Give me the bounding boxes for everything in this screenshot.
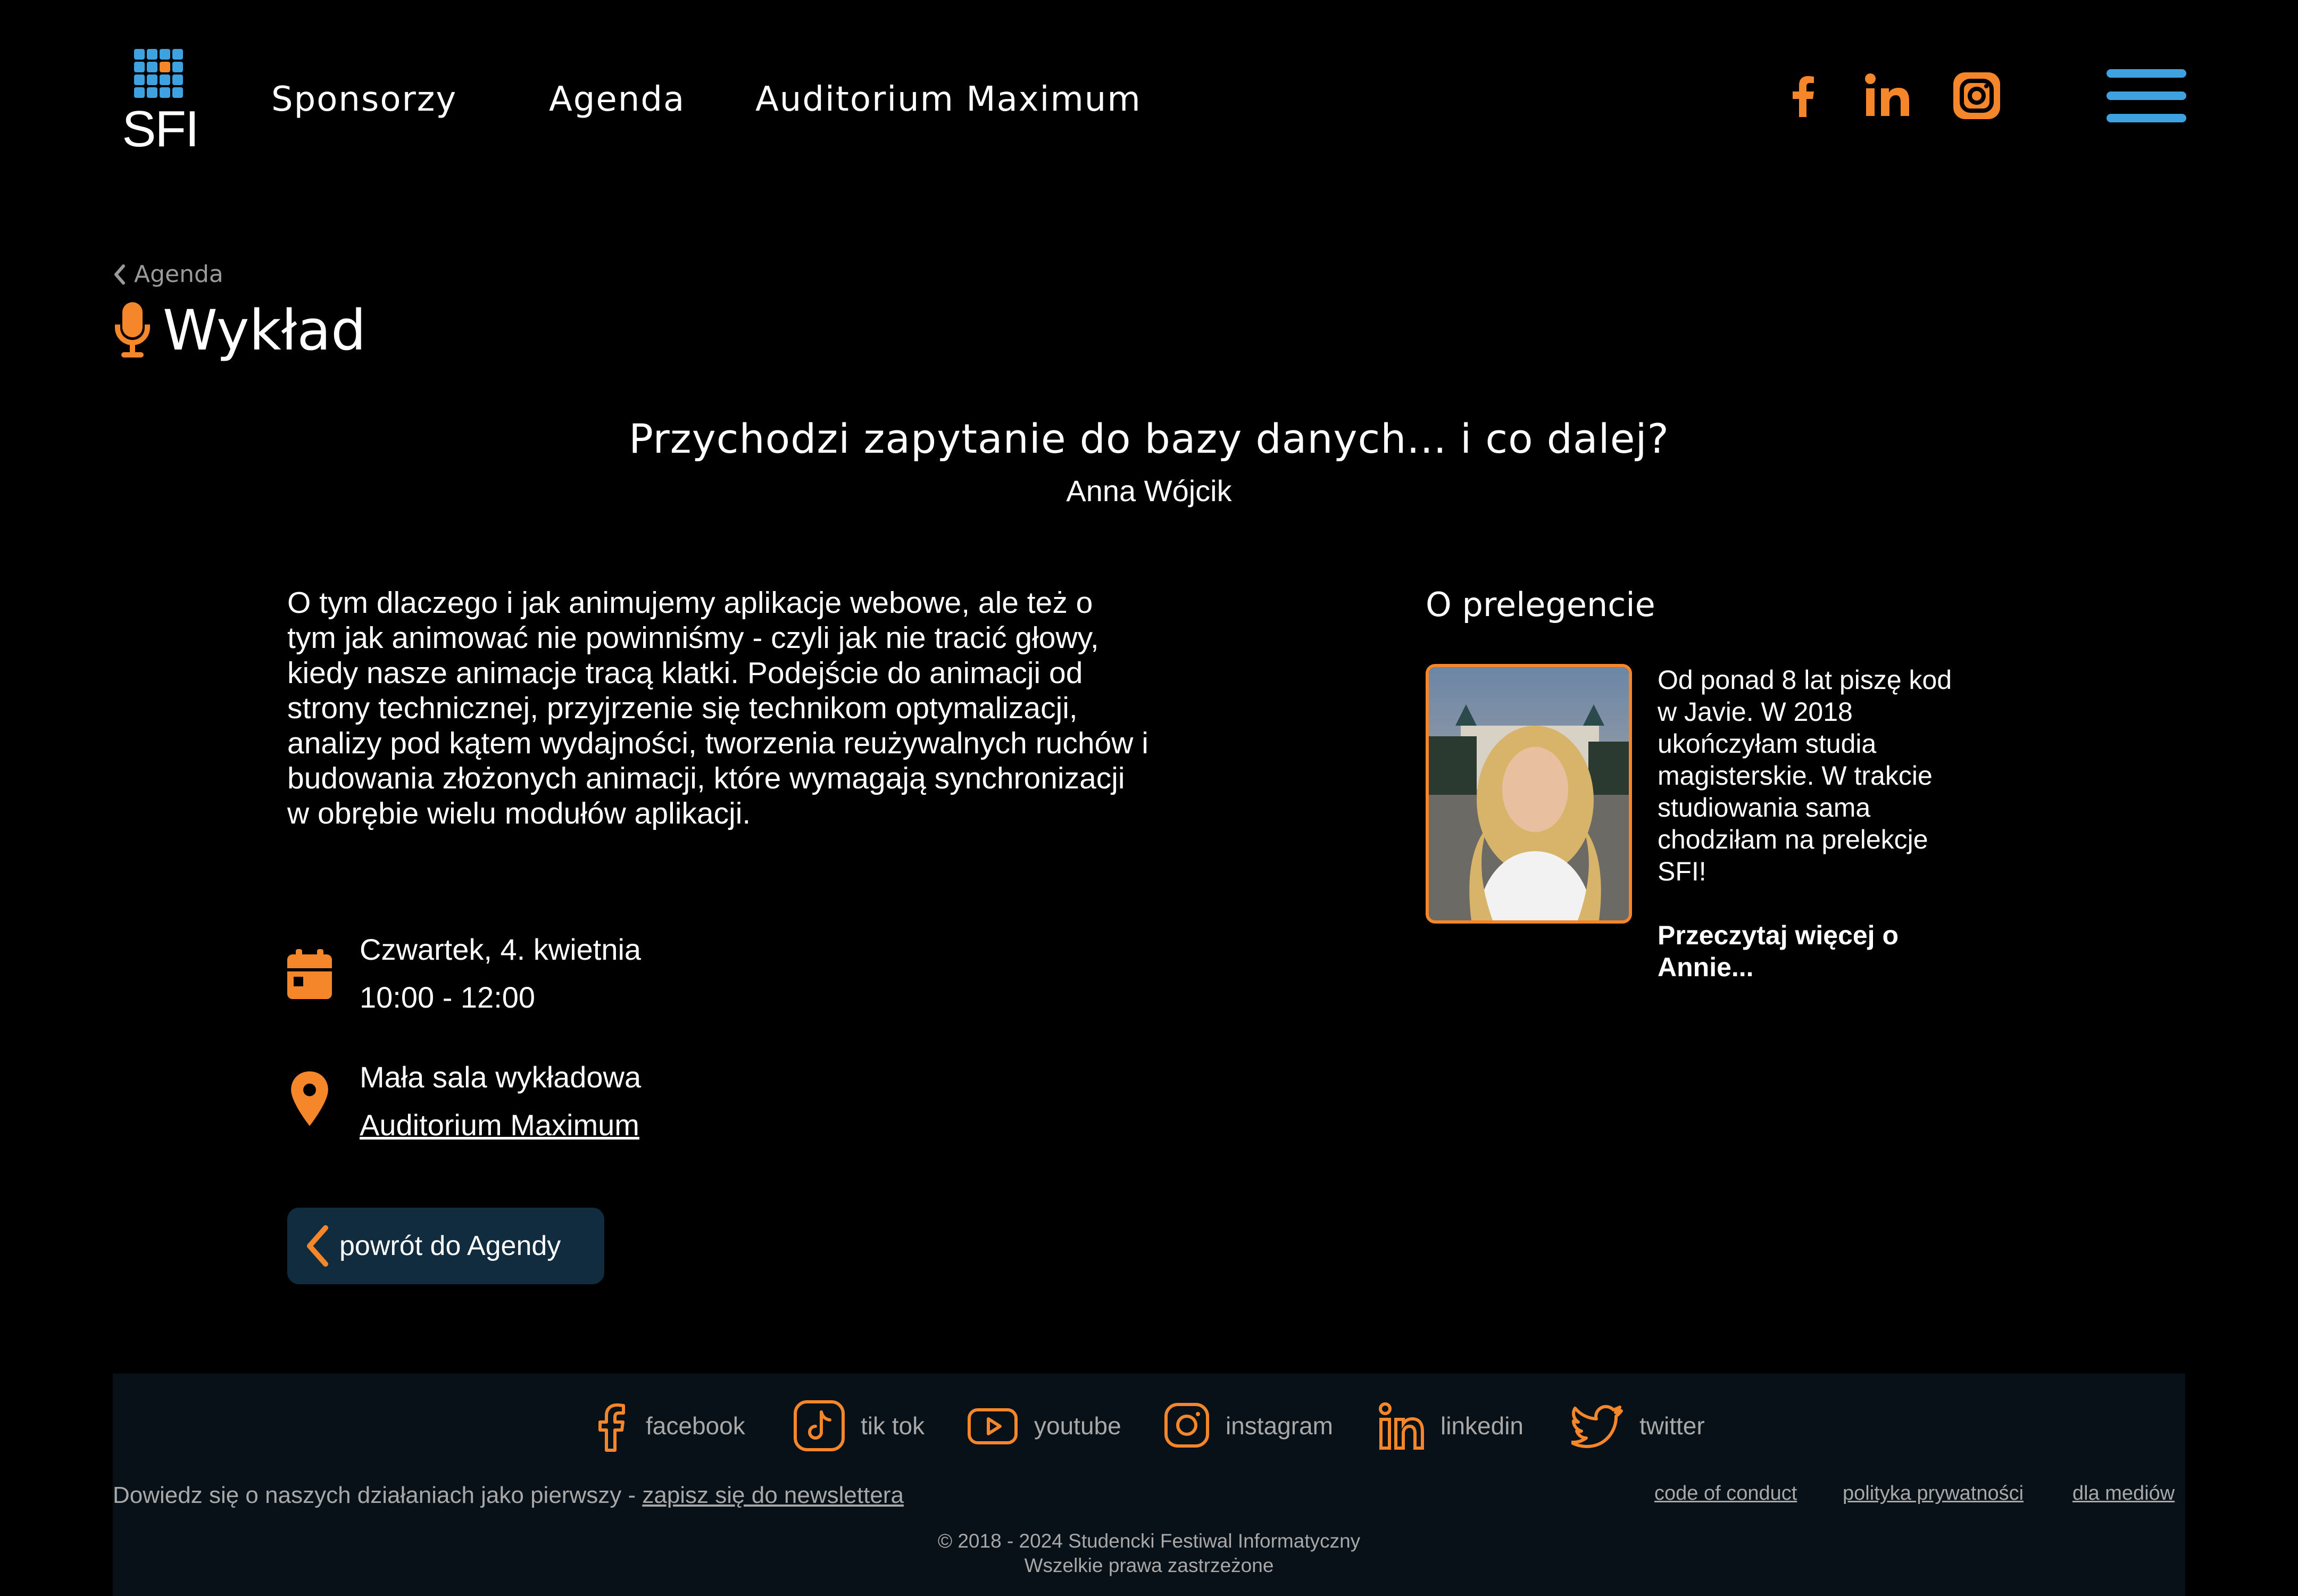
footer-instagram-label: instagram [1226, 1412, 1333, 1440]
footer-facebook-link[interactable]: facebook [594, 1394, 745, 1458]
event-date: Czwartek, 4. kwietnia [360, 933, 642, 966]
logo-text: SFI [122, 101, 199, 157]
read-more-link[interactable]: Przeczytaj więcej o Annie... [1658, 919, 1955, 983]
tiktok-icon [794, 1400, 845, 1451]
code-of-conduct-link[interactable]: code of conduct [1654, 1482, 1797, 1505]
footer-twitter-label: twitter [1639, 1412, 1705, 1440]
copyright: © 2018 - 2024 Studencki Festiwal Informa… [937, 1530, 1361, 1552]
newsletter-text: Dowiedz się o naszych działaniach jako p… [113, 1482, 904, 1509]
page-title: Wykład [113, 298, 366, 367]
footer-tiktok-label: tik tok [861, 1412, 925, 1440]
talk-description: O tym dlaczego i jak animujemy aplikacje… [287, 586, 1148, 830]
page-type-label: Wykład [163, 298, 367, 363]
back-button-label: powrót do Agendy [339, 1231, 561, 1261]
facebook-icon [598, 1403, 625, 1452]
breadcrumb-label: Agenda [134, 261, 223, 288]
map-pin-icon [291, 1071, 328, 1126]
venue-link[interactable]: Auditorium Maximum [360, 1108, 639, 1142]
footer-linkedin-link[interactable]: linkedin [1378, 1394, 1523, 1458]
talk-title: Przychodzi zapytanie do bazy danych... i… [629, 415, 1669, 462]
privacy-policy-link[interactable]: polityka prywatności [1843, 1482, 2024, 1505]
rights-reserved: Wszelkie prawa zastrzeżone [1024, 1555, 1274, 1576]
location-info: Mała sala wykładowa Auditorium Maximum [287, 1053, 926, 1154]
speaker-bio: Od ponad 8 lat piszę kod w Javie. W 2018… [1658, 665, 1952, 886]
youtube-icon [968, 1408, 1018, 1444]
breadcrumb[interactable]: Agenda [113, 261, 223, 288]
nav-sponsorzy[interactable]: Sponsorzy [271, 80, 457, 119]
press-link[interactable]: dla mediów [2072, 1482, 2175, 1505]
hamburger-menu-icon[interactable] [2106, 69, 2186, 122]
nav-auditorium-maximum[interactable]: Auditorium Maximum [755, 80, 1142, 119]
newsletter-link[interactable]: zapisz się do newslettera [642, 1482, 904, 1508]
microphone-icon [115, 302, 150, 358]
chevron-left-icon [307, 1225, 328, 1267]
date-info: Czwartek, 4. kwietnia 10:00 - 12:00 [287, 926, 926, 1027]
footer-twitter-link[interactable]: twitter [1571, 1394, 1705, 1458]
footer-youtube-label: youtube [1034, 1412, 1121, 1440]
logo-grid-icon [134, 49, 183, 98]
instagram-icon [1164, 1403, 1209, 1448]
footer-tiktok-link[interactable]: tik tok [793, 1394, 925, 1458]
back-to-agenda-button[interactable]: powrót do Agendy [287, 1208, 604, 1284]
calendar-icon [287, 949, 332, 999]
event-room: Mała sala wykładowa [360, 1060, 642, 1094]
about-speaker-heading: O prelegencie [1426, 585, 1655, 624]
chevron-left-icon [114, 264, 125, 285]
footer-facebook-label: facebook [646, 1412, 745, 1440]
speaker-photo [1426, 664, 1632, 924]
nav-agenda[interactable]: Agenda [549, 80, 685, 119]
newsletter-prefix: Dowiedz się o naszych działaniach jako p… [113, 1482, 643, 1508]
footer-linkedin-label: linkedin [1441, 1412, 1523, 1440]
footer-instagram-link[interactable]: instagram [1163, 1394, 1333, 1458]
event-time: 10:00 - 12:00 [360, 980, 536, 1014]
footer-youtube-link[interactable]: youtube [966, 1394, 1121, 1458]
facebook-icon[interactable] [1776, 69, 1829, 122]
sfi-logo[interactable]: SFI [113, 37, 207, 157]
talk-speaker: Anna Wójcik [1066, 474, 1232, 508]
linkedin-icon[interactable] [1862, 69, 1915, 122]
linkedin-icon [1379, 1402, 1424, 1450]
instagram-icon[interactable] [1950, 69, 2003, 122]
twitter-icon [1571, 1405, 1623, 1448]
